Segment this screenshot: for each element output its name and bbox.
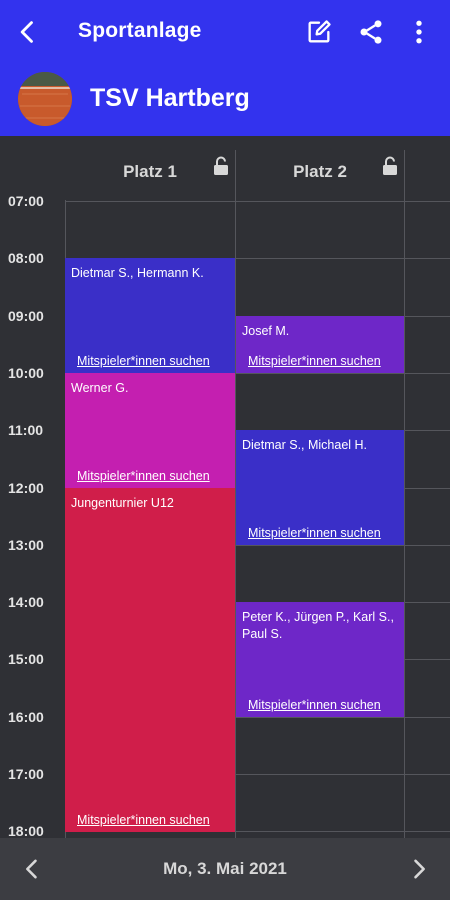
app-bar: Sportanlage TSV Hartberg <box>0 0 450 136</box>
hour-label: 09:00 <box>8 308 44 324</box>
chevron-right-icon[interactable] <box>405 855 433 883</box>
hour-label: 13:00 <box>8 537 44 553</box>
court-header-platz-2: Platz 2 <box>293 162 347 181</box>
booking-players: Dietmar S., Michael H. <box>242 438 368 452</box>
hour-label: 17:00 <box>8 766 44 782</box>
current-date[interactable]: Mo, 3. Mai 2021 <box>0 859 450 879</box>
hour-label: 07:00 <box>8 193 44 209</box>
hour-label: 08:00 <box>8 250 44 266</box>
booking-block[interactable]: Dietmar S., Michael H. Mitspieler*innen s… <box>236 430 404 545</box>
hour-label: 10:00 <box>8 365 44 381</box>
grid-line <box>404 150 405 838</box>
hour-label: 16:00 <box>8 709 44 725</box>
booking-players: Dietmar S., Hermann K. <box>71 266 204 280</box>
lock-open-icon[interactable] <box>212 156 230 176</box>
page-title: Sportanlage <box>78 19 202 42</box>
date-navigation: Mo, 3. Mai 2021 <box>0 838 450 900</box>
booking-block[interactable]: Josef M. Mitspieler*innen suchen <box>236 316 404 373</box>
booking-players: Josef M. <box>242 324 290 338</box>
booking-players: Peter K., Jürgen P., Karl S., Paul S. <box>242 610 394 641</box>
find-players-link[interactable]: Mitspieler*innen suchen <box>248 354 381 368</box>
club-name: TSV Hartberg <box>90 84 250 112</box>
hour-label: 11:00 <box>8 422 44 438</box>
booking-block[interactable]: Peter K., Jürgen P., Karl S., Paul S. Mit… <box>236 602 404 717</box>
booking-block[interactable]: Dietmar S., Hermann K. Mitspieler*innen s… <box>65 258 235 373</box>
edit-icon[interactable] <box>305 18 333 46</box>
club-logo-icon <box>18 72 72 126</box>
hour-label: 15:00 <box>8 651 44 667</box>
court-schedule: Platz 1 Platz 2 07:00 08:00 09:00 10:00 11:0… <box>0 136 450 838</box>
booking-players: Werner G. <box>71 381 129 395</box>
share-icon[interactable] <box>357 18 385 46</box>
more-vert-icon[interactable] <box>405 18 433 46</box>
hour-label: 18:00 <box>8 823 44 838</box>
booking-block[interactable]: Werner G. Mitspieler*innen suchen <box>65 373 235 488</box>
hour-label: 14:00 <box>8 594 44 610</box>
hour-label: 12:00 <box>8 480 44 496</box>
booking-block[interactable]: Jungenturnier U12 Mitspieler*innen suchen <box>65 488 235 832</box>
find-players-link[interactable]: Mitspieler*innen suchen <box>77 813 210 827</box>
find-players-link[interactable]: Mitspieler*innen suchen <box>77 354 210 368</box>
find-players-link[interactable]: Mitspieler*innen suchen <box>248 526 381 540</box>
hour-line <box>65 201 450 202</box>
find-players-link[interactable]: Mitspieler*innen suchen <box>77 469 210 483</box>
booking-players: Jungenturnier U12 <box>71 496 174 510</box>
lock-open-icon[interactable] <box>381 156 399 176</box>
arrow-back-icon[interactable] <box>14 18 42 46</box>
find-players-link[interactable]: Mitspieler*innen suchen <box>248 698 381 712</box>
court-header-platz-1: Platz 1 <box>123 162 177 181</box>
